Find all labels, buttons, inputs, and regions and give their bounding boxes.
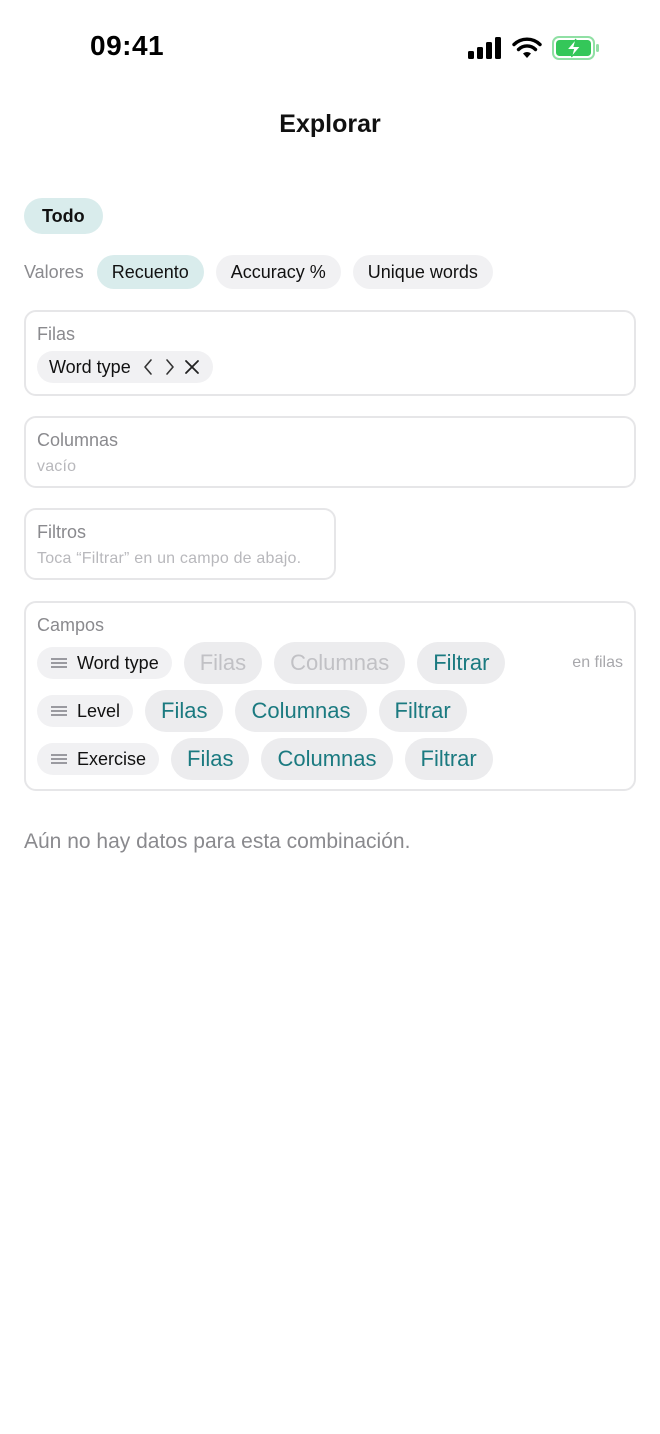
field-filas-button: Filas	[183, 642, 263, 684]
columns-zone: Columnas vacío	[24, 416, 636, 488]
field-name: Word type	[77, 652, 159, 673]
field-filas-button[interactable]: Filas	[171, 738, 250, 780]
value-chip-unique-words[interactable]: Unique words	[352, 255, 493, 289]
rows-zone: Filas Word type	[24, 310, 636, 396]
wifi-icon	[512, 37, 542, 58]
rows-zone-title: Filas	[37, 324, 76, 344]
row-field-chip: Word type	[37, 351, 213, 383]
columns-zone-title: Columnas	[37, 430, 119, 450]
drag-handle-icon[interactable]	[51, 706, 67, 716]
field-chip-word-type[interactable]: Word type	[37, 647, 172, 679]
field-columnas-button: Columnas	[274, 642, 406, 684]
status-bar: 09:41	[0, 0, 660, 96]
close-icon[interactable]	[183, 358, 201, 376]
value-chip-recuento[interactable]: Recuento	[96, 255, 204, 289]
field-filtrar-button[interactable]: Filtrar	[417, 642, 506, 684]
field-chip-level[interactable]: Level	[37, 695, 134, 727]
filters-zone: Filtros Toca “Filtrar” en un campo de ab…	[24, 508, 336, 580]
fields-panel: Campos Word type Filas Columnas Filtrar …	[24, 601, 636, 791]
value-chip-accuracy[interactable]: Accuracy %	[215, 255, 341, 289]
field-chip-exercise[interactable]: Exercise	[37, 743, 160, 775]
field-status-label: en filas	[572, 654, 623, 671]
field-row-word-type: Word type Filas Columnas Filtrar	[37, 642, 506, 684]
status-time: 09:41	[90, 30, 165, 61]
page-title: Explorar	[279, 110, 381, 138]
filters-zone-empty: Toca “Filtrar” en un campo de abajo.	[37, 550, 302, 567]
status-icons	[468, 36, 600, 60]
chevron-left-icon[interactable]	[139, 358, 157, 376]
drag-handle-icon[interactable]	[51, 658, 67, 668]
field-columnas-button[interactable]: Columnas	[261, 738, 393, 780]
field-columnas-button[interactable]: Columnas	[235, 690, 367, 732]
battery-charging-icon	[552, 36, 599, 60]
values-label: Valores	[24, 261, 84, 282]
field-name: Exercise	[77, 748, 147, 769]
filters-zone-title: Filtros	[37, 522, 86, 542]
drag-handle-icon[interactable]	[51, 754, 67, 764]
row-field-label: Word type	[49, 356, 131, 377]
fields-panel-title: Campos	[37, 615, 105, 635]
signal-icon	[468, 37, 501, 59]
field-filas-button[interactable]: Filas	[145, 690, 224, 732]
chevron-right-icon[interactable]	[161, 358, 179, 376]
values-row: Valores Recuento Accuracy % Unique words	[24, 255, 493, 289]
empty-state-message: Aún no hay datos para esta combinación.	[24, 830, 411, 853]
todo-chip[interactable]: Todo	[24, 198, 103, 234]
field-row-exercise: Exercise Filas Columnas Filtrar	[37, 738, 493, 780]
columns-zone-empty: vacío	[37, 458, 77, 475]
field-name: Level	[77, 700, 121, 721]
field-filtrar-button[interactable]: Filtrar	[378, 690, 467, 732]
field-row-level: Level Filas Columnas Filtrar	[37, 690, 467, 732]
field-filtrar-button[interactable]: Filtrar	[404, 738, 493, 780]
scope-row: Todo	[24, 198, 103, 234]
